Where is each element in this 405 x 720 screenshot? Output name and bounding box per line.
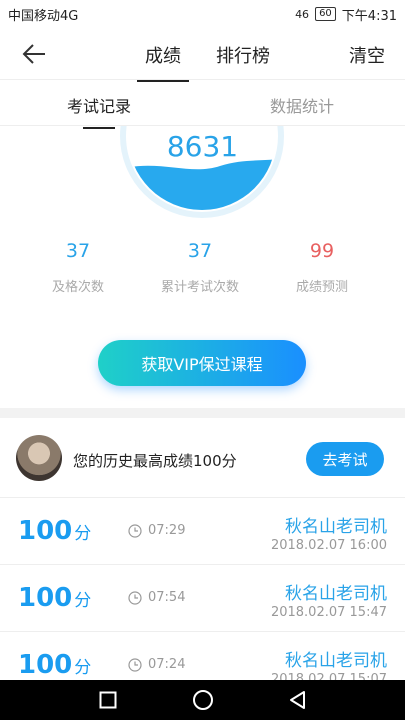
circle-icon	[192, 690, 213, 710]
stat-value: 37	[65, 240, 91, 262]
score-number: 100	[18, 516, 73, 546]
system-back-button[interactable]	[285, 687, 311, 713]
recent-apps-button[interactable]	[95, 687, 121, 713]
go-exam-button[interactable]: 去考试	[306, 442, 384, 476]
record-date: 2018.02.07 16:00	[270, 538, 387, 553]
clear-button[interactable]: 清空	[349, 42, 385, 68]
tab-exam-records[interactable]: 考试记录	[67, 93, 131, 129]
stat-value: 99	[309, 240, 335, 262]
score-unit: 分	[74, 524, 92, 544]
system-nav-bar	[0, 680, 405, 720]
history-best-text: 您的历史最高成绩100分	[73, 452, 237, 470]
stat-label: 累计考试次数	[160, 280, 239, 295]
triangle-back-icon	[289, 691, 305, 709]
status-bar: 中国移动4G 46 60 下午4:31	[0, 0, 405, 28]
record-username: 秋名山老司机	[285, 651, 387, 671]
exam-record-list: 100 分 07:29 秋名山老司机 2018.02.07 16:00 100 分 …	[0, 498, 405, 699]
score-unit: 分	[74, 591, 92, 611]
square-icon	[99, 691, 116, 709]
record-date: 2018.02.07 15:47	[270, 605, 387, 620]
record-username: 秋名山老司机	[285, 584, 387, 604]
stat-score-prediction: 99 成绩预测	[267, 240, 377, 295]
score-number: 100	[18, 650, 73, 680]
get-vip-course-button[interactable]: 获取VIP保过课程	[98, 340, 306, 386]
record-duration: 07:54	[128, 590, 185, 605]
duration-text: 07:54	[148, 590, 186, 605]
record-score: 100 分	[18, 583, 91, 613]
back-button[interactable]	[18, 40, 50, 68]
stat-pass-count: 37 及格次数	[23, 240, 133, 295]
clock-icon	[128, 657, 142, 672]
list-item[interactable]: 100 分 07:29 秋名山老司机 2018.02.07 16:00	[0, 498, 405, 565]
clock: 下午4:31	[341, 8, 397, 24]
clock-icon	[128, 590, 142, 605]
arrow-left-icon	[22, 44, 45, 64]
history-best-banner: 您的历史最高成绩100分 去考试	[0, 418, 405, 498]
record-duration: 07:24	[128, 657, 185, 672]
list-item[interactable]: 100 分 07:54 秋名山老司机 2018.02.07 15:47	[0, 565, 405, 632]
score-number: 100	[18, 583, 73, 613]
status-indicators: 46 60 下午4:31	[295, 5, 397, 24]
record-duration: 07:29	[128, 523, 185, 538]
tab-ranking[interactable]: 排行榜	[216, 42, 270, 68]
home-button[interactable]	[190, 687, 216, 713]
stat-label: 及格次数	[51, 280, 104, 295]
stat-value: 37	[187, 240, 213, 262]
section-divider	[0, 408, 405, 418]
stats-row: 37 及格次数 37 累计考试次数 99 成绩预测	[0, 240, 405, 300]
total-score: 8631	[166, 130, 239, 163]
signal-icon: 46	[295, 7, 310, 21]
tab-data-statistics[interactable]: 数据统计	[270, 93, 334, 117]
carrier-label: 中国移动4G	[8, 8, 79, 24]
clock-icon	[128, 523, 142, 538]
duration-text: 07:24	[148, 657, 186, 672]
record-score: 100 分	[18, 516, 91, 546]
avatar	[16, 435, 62, 481]
top-nav-bar: 成绩 排行榜 清空	[0, 28, 405, 82]
tab-scores[interactable]: 成绩	[137, 42, 189, 82]
record-score: 100 分	[18, 650, 91, 680]
record-username: 秋名山老司机	[285, 517, 387, 537]
battery-icon: 60	[315, 7, 336, 21]
stat-total-exams: 37 累计考试次数	[145, 240, 255, 295]
stat-label: 成绩预测	[295, 280, 348, 295]
sub-tab-bar: 考试记录 数据统计	[0, 80, 405, 129]
duration-text: 07:29	[148, 523, 186, 538]
score-unit: 分	[74, 658, 92, 678]
